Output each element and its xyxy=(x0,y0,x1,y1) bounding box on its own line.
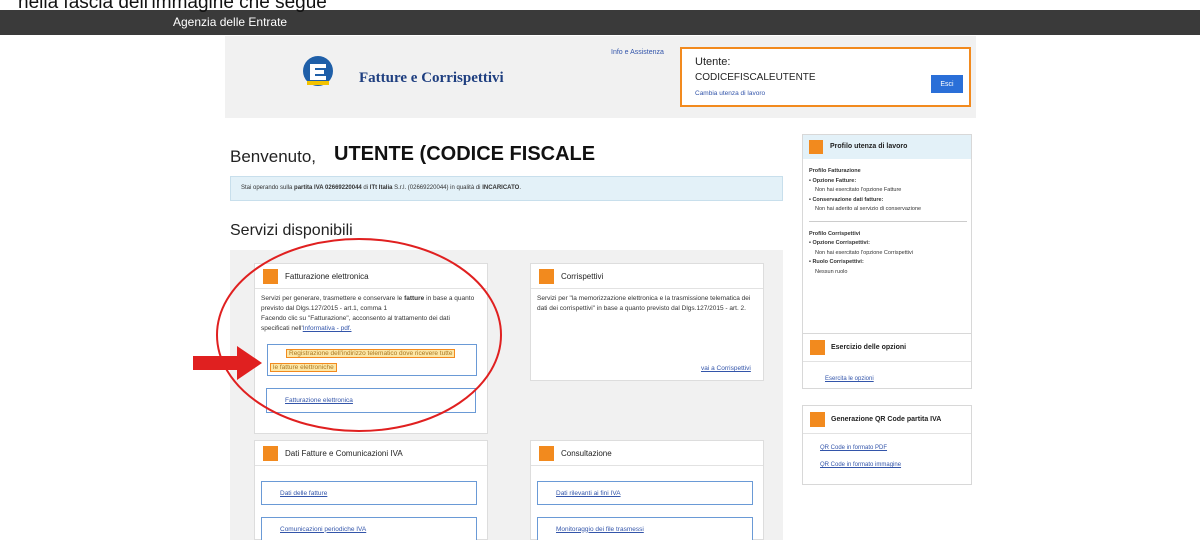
highlight-line-1: Registrazione dell'indirizzo telematico … xyxy=(286,349,456,358)
desc-a: Servizi per generare, trasmettere e cons… xyxy=(261,295,405,302)
link-label: Fatturazione elettronica xyxy=(285,397,353,404)
app-header: Fatture e Corrispettivi Info e Assistenz… xyxy=(225,36,976,118)
panel-square-icon xyxy=(810,340,825,355)
comunicazioni-iva-link[interactable]: Comunicazioni periodiche IVA xyxy=(261,517,477,540)
vai-corrispettivi-link[interactable]: vai a Corrispettivi xyxy=(701,365,751,372)
desc-c: Facendo clic su "Fatturazione", acconsen… xyxy=(261,315,450,332)
user-code: CODICEFISCALEUTENTE xyxy=(695,72,816,83)
agency-logo-icon[interactable] xyxy=(301,54,335,88)
ruolo-label: • Ruolo Corrispettivi: xyxy=(809,259,864,265)
card-consultazione: Consultazione Dati rilevanti ai fini IVA… xyxy=(530,440,764,540)
services-title: Servizi disponibili xyxy=(230,222,353,239)
notice-company: ITt Italia xyxy=(369,185,393,191)
card-header: Dati Fatture e Comunicazioni IVA xyxy=(255,441,487,466)
monitoraggio-link[interactable]: Monitoraggio dei file trasmessi xyxy=(537,517,753,540)
divider xyxy=(809,220,967,222)
card-title: Fatturazione elettronica xyxy=(285,272,369,281)
card-square-icon xyxy=(263,446,278,461)
highlight-line-2: le fatture elettroniche xyxy=(270,363,337,372)
dati-fatture-link[interactable]: Dati delle fatture xyxy=(261,481,477,505)
notice-mid: di xyxy=(361,185,370,191)
panel-title: Profilo utenza di lavoro xyxy=(830,143,908,150)
card-corrispettivi: Corrispettivi Servizi per "la memorizzaz… xyxy=(530,263,764,381)
card-square-icon xyxy=(539,446,554,461)
card-square-icon xyxy=(539,269,554,284)
welcome-greeting: Benvenuto, xyxy=(230,147,317,166)
notice-prefix: Stai operando sulla xyxy=(241,185,295,191)
profile-details: Profilo Fatturazione • Opzione Fatture: … xyxy=(809,167,967,277)
card-dati-fatture: Dati Fatture e Comunicazioni IVA Dati de… xyxy=(254,440,488,540)
link-label: Monitoraggio dei file trasmessi xyxy=(556,525,644,533)
card-square-icon xyxy=(263,269,278,284)
fatturazione-elettronica-link[interactable]: Fatturazione elettronica xyxy=(266,388,476,413)
user-box: Utente: CODICEFISCALEUTENTE Cambia utenz… xyxy=(680,47,971,107)
operating-notice: Stai operando sulla partita IVA 02669220… xyxy=(230,176,783,201)
ruolo-value: Nessun ruolo xyxy=(815,268,848,275)
cons-label: • Conservazione dati fatture: xyxy=(809,196,884,203)
app-brand: Fatture e Corrispettivi xyxy=(359,70,504,86)
link-label: Dati delle fatture xyxy=(280,489,328,497)
card-title: Corrispettivi xyxy=(561,272,604,281)
panel-title: Generazione QR Code partita IVA xyxy=(831,416,942,423)
opt-fatture-label: • Opzione Fatture: xyxy=(809,177,857,184)
card-description: Servizi per generare, trasmettere e cons… xyxy=(261,294,476,334)
opt-corr-value: Non hai esercitato l'opzione Corrispetti… xyxy=(815,249,913,256)
welcome-user-name: UTENTE (CODICE FISCALE xyxy=(334,143,596,165)
qr-panel: Generazione QR Code partita IVA QR Code … xyxy=(802,405,972,485)
agency-title[interactable]: Agenzia delle Entrate xyxy=(173,15,287,29)
user-label: Utente: xyxy=(695,56,731,68)
exit-button[interactable]: Esci xyxy=(931,75,963,93)
panel-header: Profilo utenza di lavoro xyxy=(803,135,971,159)
notice-role: INCARICATO xyxy=(482,185,520,191)
card-title: Dati Fatture e Comunicazioni IVA xyxy=(285,449,403,458)
card-description: Servizi per "la memorizzazione elettroni… xyxy=(537,295,751,312)
caption-text: nella fascia dell'immagine che segue xyxy=(18,0,327,13)
card-header: Fatturazione elettronica xyxy=(255,264,487,289)
opt-fatture-value: Non hai esercitato l'opzione Fatture xyxy=(815,187,902,193)
fatt-heading: Profilo Fatturazione xyxy=(809,168,861,174)
panel-square-icon xyxy=(810,412,825,427)
notice-suffix: S.r.l. (02669220044) in qualità di xyxy=(392,185,483,191)
link-label: Comunicazioni periodiche IVA xyxy=(280,525,367,533)
dati-rilevanti-link[interactable]: Dati rilevanti ai fini IVA xyxy=(537,481,753,505)
card-header: Consultazione xyxy=(531,441,763,466)
panel-header: Generazione QR Code partita IVA xyxy=(803,406,971,434)
esercita-opzioni-link[interactable]: Esercita le opzioni xyxy=(825,376,874,382)
corr-heading: Profilo Corrispettivi xyxy=(809,230,861,237)
opt-corr-label: • Opzione Corrispettivi: xyxy=(809,240,870,246)
qr-image-link[interactable]: QR Code in formato immagine xyxy=(820,462,901,468)
panel-square-icon xyxy=(809,140,823,154)
panel-header: Esercizio delle opzioni xyxy=(803,334,971,362)
notice-end: . xyxy=(519,185,521,191)
esercizio-panel: Esercizio delle opzioni Esercita le opzi… xyxy=(802,333,972,389)
info-assistance-link[interactable]: Info e Assistenza xyxy=(611,49,664,56)
desc-bold: fatture xyxy=(404,295,425,302)
panel-title: Esercizio delle opzioni xyxy=(831,344,907,351)
cons-value: Non hai aderito al servizio di conservaz… xyxy=(815,206,922,212)
informativa-link[interactable]: Informativa - pdf. xyxy=(303,325,352,332)
card-title: Consultazione xyxy=(561,449,612,458)
change-utenza-link[interactable]: Cambia utenza di lavoro xyxy=(695,90,765,97)
qr-pdf-link[interactable]: QR Code in formato PDF xyxy=(820,445,887,451)
link-label: Dati rilevanti ai fini IVA xyxy=(556,489,621,497)
registrazione-indirizzo-link[interactable]: Registrazione dell'indirizzo telematico … xyxy=(267,344,477,376)
card-header: Corrispettivi xyxy=(531,264,763,289)
notice-vat: partita IVA 02669220044 xyxy=(294,185,362,191)
